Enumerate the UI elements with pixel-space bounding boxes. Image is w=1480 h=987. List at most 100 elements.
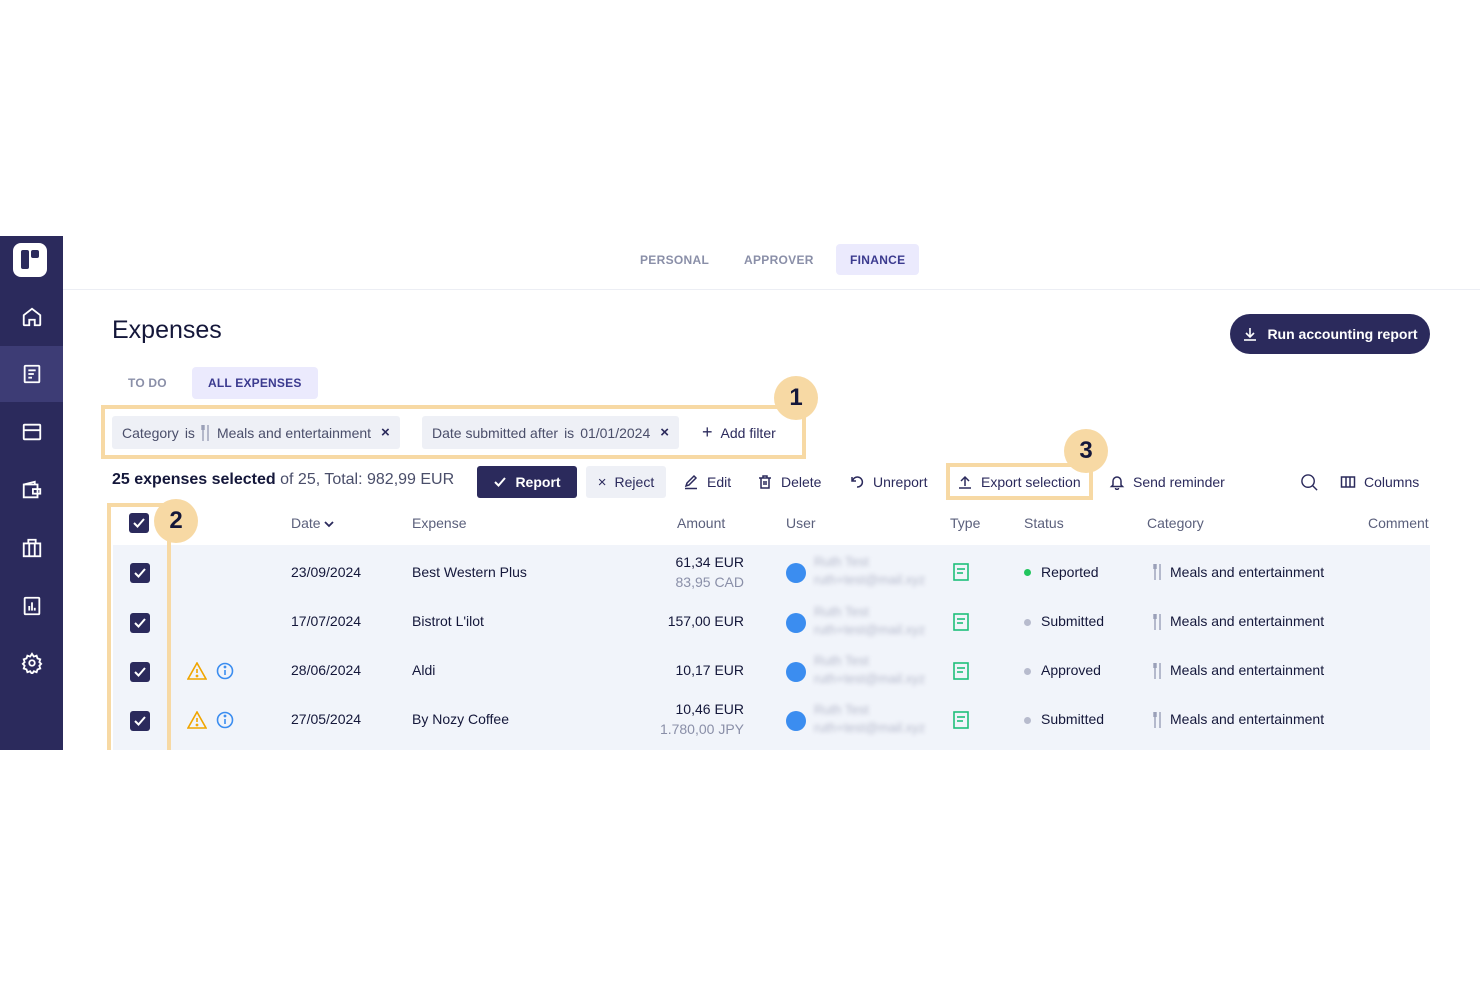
user-email: ruth+test@mail.xyz	[814, 572, 926, 587]
columns-label: Columns	[1364, 474, 1420, 490]
status-badge: Submitted	[1041, 613, 1105, 629]
tab-finance[interactable]: FINANCE	[836, 244, 920, 275]
column-header-status[interactable]: Status	[1024, 515, 1064, 531]
row-amount: 61,34 EUR	[675, 554, 744, 570]
sidebar-item-cards[interactable]	[0, 404, 63, 460]
download-icon	[1244, 328, 1257, 341]
table-row[interactable]: 17/07/2024 Bistrot L'ilot 157,00 EUR Rut…	[113, 598, 1430, 648]
search-button[interactable]	[1300, 466, 1319, 498]
status-badge: Submitted	[1041, 711, 1105, 727]
column-header-amount[interactable]: Amount	[677, 515, 725, 531]
tab-approver[interactable]: APPROVER	[730, 244, 828, 275]
highlight-filters	[101, 405, 806, 459]
unreport-button[interactable]: Unreport	[849, 466, 927, 498]
user-email: ruth+test@mail.xyz	[814, 622, 926, 637]
column-header-comment[interactable]: Comment	[1368, 515, 1429, 531]
status-dot	[1024, 569, 1031, 576]
avatar	[786, 711, 806, 731]
row-expense: By Nozy Coffee	[412, 711, 510, 727]
run-accounting-report-button[interactable]: Run accounting report	[1230, 314, 1430, 354]
report-button[interactable]: Report	[477, 466, 577, 498]
annotation-badge-1: 1	[774, 376, 818, 420]
app-logo[interactable]	[13, 243, 47, 277]
sidebar-item-reports[interactable]	[0, 578, 63, 634]
row-date: 17/07/2024	[291, 613, 362, 629]
app-window: PERSONAL APPROVER FINANCE Expenses Run a…	[0, 236, 1480, 750]
search-icon	[1301, 473, 1318, 491]
status-dot	[1024, 668, 1031, 675]
reject-label: Reject	[614, 474, 655, 490]
fork-knife-icon	[1153, 663, 1161, 679]
column-header-expense[interactable]: Expense	[412, 515, 466, 531]
column-header-user[interactable]: User	[786, 515, 816, 531]
sidebar-item-home[interactable]	[0, 289, 63, 345]
send-reminder-button[interactable]: Send reminder	[1109, 466, 1225, 498]
column-header-date[interactable]: Date	[291, 515, 335, 531]
home-icon	[22, 307, 41, 327]
pencil-icon	[684, 474, 698, 490]
delete-label: Delete	[781, 474, 822, 490]
receipt-type-icon	[953, 613, 969, 631]
annotation-badge-2: 2	[154, 499, 198, 543]
row-category: Meals and entertainment	[1170, 662, 1325, 678]
avatar	[786, 613, 806, 633]
row-expense: Best Western Plus	[412, 564, 527, 580]
table-row[interactable]: 23/09/2024 Best Western Plus 61,34 EUR 8…	[113, 548, 1430, 598]
selection-total: of 25, Total: 982,99 EUR	[280, 471, 455, 488]
row-category: Meals and entertainment	[1170, 613, 1325, 629]
warning-icon[interactable]	[187, 662, 207, 680]
row-date: 23/09/2024	[291, 564, 362, 580]
tab-to-do[interactable]: TO DO	[112, 367, 183, 399]
top-tab-bar: PERSONAL APPROVER FINANCE	[63, 236, 1480, 290]
building-icon	[22, 538, 41, 558]
bell-icon	[1109, 476, 1125, 490]
receipt-type-icon	[953, 662, 969, 680]
receipt-icon	[23, 364, 40, 384]
columns-button[interactable]: Columns	[1340, 466, 1419, 498]
expense-table-body: 23/09/2024 Best Western Plus 61,34 EUR 8…	[113, 545, 1430, 750]
column-header-type[interactable]: Type	[950, 515, 980, 531]
row-amount-original: 83,95 CAD	[675, 574, 744, 590]
selection-count: 25 expenses selected	[112, 471, 276, 488]
highlight-export-selection	[946, 463, 1093, 500]
date-header-label: Date	[291, 515, 321, 531]
edit-label: Edit	[707, 474, 732, 490]
highlight-checkboxes	[107, 503, 171, 750]
row-amount: 157,00 EUR	[667, 613, 744, 629]
row-date: 27/05/2024	[291, 711, 362, 727]
run-report-label: Run accounting report	[1267, 326, 1418, 342]
info-icon[interactable]	[216, 711, 234, 729]
column-header-category[interactable]: Category	[1147, 515, 1204, 531]
info-icon[interactable]	[216, 662, 234, 680]
user-email: ruth+test@mail.xyz	[814, 720, 926, 735]
row-amount: 10,17 EUR	[675, 662, 744, 678]
card-icon	[22, 423, 41, 441]
table-row[interactable]: 28/06/2024 Aldi 10,17 EUR Ruth Test ruth…	[113, 647, 1430, 697]
edit-button[interactable]: Edit	[683, 466, 731, 498]
selection-summary: 25 expenses selected of 25, Total: 982,9…	[112, 471, 454, 489]
delete-button[interactable]: Delete	[757, 466, 821, 498]
avatar	[786, 563, 806, 583]
sidebar-item-organization[interactable]	[0, 520, 63, 576]
wallet-icon	[22, 480, 41, 499]
row-expense: Bistrot L'ilot	[412, 613, 484, 629]
row-amount-original: 1.780,00 JPY	[659, 721, 744, 737]
sidebar-item-settings[interactable]	[0, 635, 63, 691]
status-badge: Reported	[1041, 564, 1099, 580]
user-name: Ruth Test	[814, 604, 869, 619]
tab-personal[interactable]: PERSONAL	[626, 244, 723, 275]
table-row[interactable]: 27/05/2024 By Nozy Coffee 10,46 EUR 1.78…	[113, 696, 1430, 746]
gear-icon	[21, 652, 42, 674]
row-amount: 10,46 EUR	[675, 701, 744, 717]
close-icon: ×	[597, 473, 607, 491]
receipt-type-icon	[953, 711, 969, 729]
fork-knife-icon	[1153, 614, 1161, 630]
user-name: Ruth Test	[814, 554, 869, 569]
tab-all-expenses[interactable]: ALL EXPENSES	[192, 367, 318, 399]
sidebar-item-wallet[interactable]	[0, 462, 63, 518]
row-category: Meals and entertainment	[1170, 711, 1325, 727]
warning-icon[interactable]	[187, 711, 207, 729]
status-dot	[1024, 619, 1031, 626]
sidebar-item-expenses[interactable]	[0, 346, 63, 402]
reject-button[interactable]: × Reject	[586, 466, 666, 498]
